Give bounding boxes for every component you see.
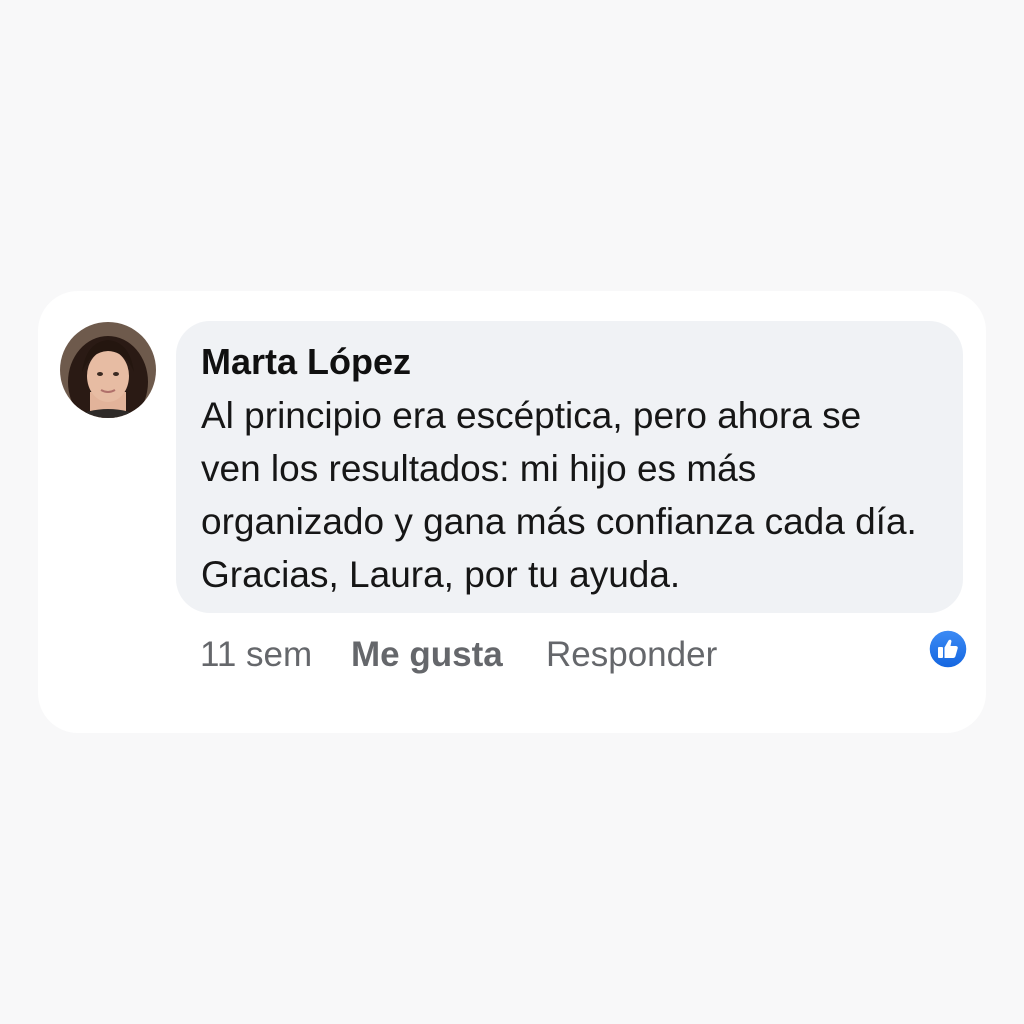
comment-timestamp[interactable]: 11 sem (200, 632, 312, 678)
thumbs-up-icon[interactable] (928, 629, 968, 669)
comment-bubble: Marta López Al principio era escéptica, … (176, 321, 963, 613)
reply-button[interactable]: Responder (546, 632, 717, 678)
avatar[interactable] (60, 322, 156, 418)
avatar-photo (60, 322, 156, 418)
comment-text: Al principio era escéptica, pero ahora s… (201, 395, 917, 595)
comment-author[interactable]: Marta López (201, 339, 939, 385)
like-button[interactable]: Me gusta (351, 632, 503, 678)
